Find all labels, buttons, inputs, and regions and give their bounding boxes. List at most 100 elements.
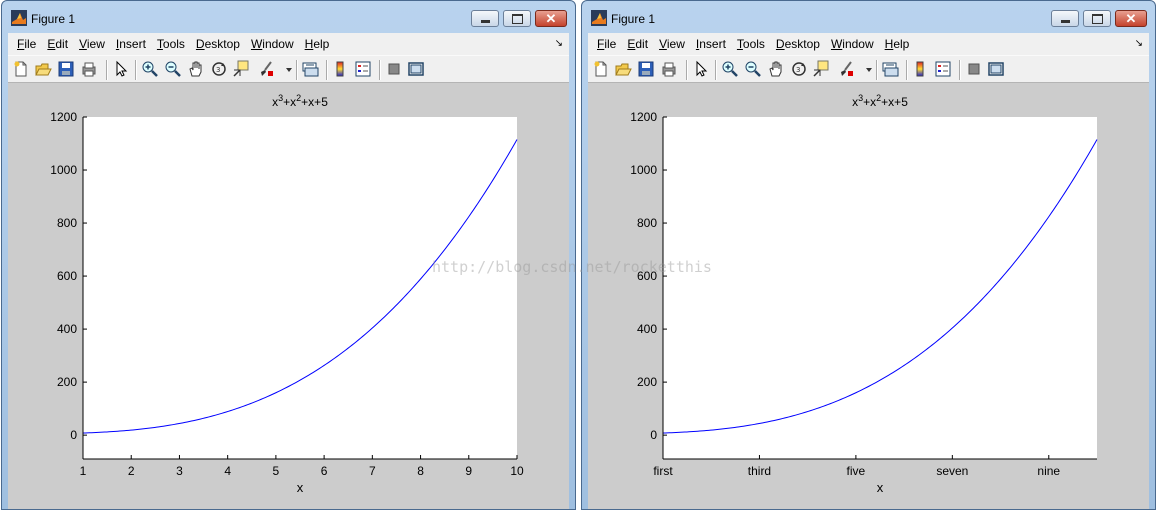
y-tick-label: 200 (637, 375, 657, 389)
open-file-icon[interactable] (34, 60, 52, 78)
zoom-in-icon[interactable] (721, 60, 739, 78)
matlab-logo-icon (591, 10, 607, 26)
x-axis-label: x (297, 480, 304, 495)
x-axis-label: x (877, 480, 884, 495)
pan-hand-icon[interactable] (767, 60, 785, 78)
minimize-button[interactable] (471, 10, 499, 27)
maximize-button[interactable] (1083, 10, 1111, 27)
close-button[interactable]: ✕ (1115, 10, 1147, 27)
brush-icon[interactable] (837, 60, 855, 78)
new-figure-icon[interactable] (592, 60, 610, 78)
menu-help[interactable]: Help (305, 37, 330, 51)
minimize-icon (1060, 19, 1070, 23)
menu-insert[interactable]: Insert (116, 37, 146, 51)
y-tick-label: 0 (650, 428, 657, 442)
menu-bar: File Edit View Insert Tools Desktop Wind… (8, 33, 569, 55)
close-icon: ✕ (1125, 11, 1137, 26)
dock-arrow-icon[interactable]: ↘ (555, 38, 563, 49)
menu-insert[interactable]: Insert (696, 37, 726, 51)
toolbar-separator (906, 60, 908, 80)
matlab-logo-icon (11, 10, 27, 26)
open-file-icon[interactable] (614, 60, 632, 78)
zoom-out-icon[interactable] (744, 60, 762, 78)
y-tick-label: 800 (57, 216, 77, 230)
menu-file[interactable]: File (17, 37, 36, 51)
figure-toolbar: 3 (8, 55, 569, 83)
toolbar-separator (876, 60, 878, 80)
x-tick-label: 3 (176, 464, 183, 478)
save-icon[interactable] (637, 60, 655, 78)
window-title: Figure 1 (31, 12, 76, 26)
y-tick-label: 0 (70, 428, 77, 442)
plot-title: x3+x2+x+5 (852, 93, 908, 109)
print-icon[interactable] (80, 60, 98, 78)
menu-view[interactable]: View (659, 37, 685, 51)
new-figure-icon[interactable] (12, 60, 30, 78)
save-icon[interactable] (57, 60, 75, 78)
svg-text:3: 3 (796, 66, 800, 74)
svg-text:3: 3 (216, 66, 220, 74)
minimize-icon (480, 19, 490, 23)
pointer-icon[interactable] (692, 60, 710, 78)
menu-desktop[interactable]: Desktop (196, 37, 240, 51)
y-tick-label: 600 (637, 269, 657, 283)
hide-plot-tools-icon[interactable] (385, 60, 403, 78)
menu-edit[interactable]: Edit (627, 37, 648, 51)
x-tick-label: 9 (465, 464, 472, 478)
link-plot-icon[interactable] (301, 60, 319, 78)
link-plot-icon[interactable] (881, 60, 899, 78)
show-plot-tools-icon[interactable] (407, 60, 425, 78)
maximize-button[interactable] (503, 10, 531, 27)
menu-file[interactable]: File (597, 37, 616, 51)
title-text-part: +x+5 (881, 95, 908, 109)
menu-help[interactable]: Help (885, 37, 910, 51)
title-bar[interactable]: Figure 1 ✕ (2, 1, 575, 33)
data-cursor-icon[interactable] (812, 60, 830, 78)
legend-icon[interactable] (934, 60, 952, 78)
rotate-3d-icon[interactable]: 3 (790, 60, 808, 78)
show-plot-tools-icon[interactable] (987, 60, 1005, 78)
y-tick-label: 1200 (630, 110, 657, 124)
title-bar[interactable]: Figure 1 ✕ (582, 1, 1155, 33)
plot-title: x3+x2+x+5 (272, 93, 328, 109)
menu-bar: File Edit View Insert Tools Desktop Wind… (588, 33, 1149, 55)
menu-window[interactable]: Window (831, 37, 874, 51)
menu-window[interactable]: Window (251, 37, 294, 51)
x-tick-label: nine (1037, 464, 1060, 478)
x-tick-label: five (847, 464, 866, 478)
axes-background[interactable] (663, 117, 1097, 459)
toolbar-separator (379, 60, 381, 80)
toolbar-separator (135, 60, 137, 80)
pointer-icon[interactable] (112, 60, 130, 78)
menu-tools[interactable]: Tools (157, 37, 185, 51)
window-title: Figure 1 (611, 12, 656, 26)
zoom-out-icon[interactable] (164, 60, 182, 78)
maximize-icon (511, 13, 523, 24)
zoom-in-icon[interactable] (141, 60, 159, 78)
pan-hand-icon[interactable] (187, 60, 205, 78)
y-tick-label: 1200 (50, 110, 77, 124)
menu-desktop[interactable]: Desktop (776, 37, 820, 51)
x-tick-label: third (748, 464, 771, 478)
brush-icon[interactable] (257, 60, 275, 78)
hide-plot-tools-icon[interactable] (965, 60, 983, 78)
rotate-3d-icon[interactable]: 3 (210, 60, 228, 78)
colorbar-icon[interactable] (331, 60, 349, 78)
figure-window-1: Figure 1 ✕ File Edit View Insert Tools D… (1, 0, 576, 510)
menu-view[interactable]: View (79, 37, 105, 51)
plot-area: 0 200 400 600 800 1000 1200 first third five seven… (630, 93, 1098, 495)
menu-edit[interactable]: Edit (47, 37, 68, 51)
minimize-button[interactable] (1051, 10, 1079, 27)
y-tick-label: 800 (637, 216, 657, 230)
y-tick-label: 200 (57, 375, 77, 389)
colorbar-icon[interactable] (911, 60, 929, 78)
data-cursor-icon[interactable] (232, 60, 250, 78)
print-icon[interactable] (660, 60, 678, 78)
toolbar-separator (296, 60, 298, 80)
axes-background[interactable] (83, 117, 517, 459)
menu-tools[interactable]: Tools (737, 37, 765, 51)
legend-icon[interactable] (354, 60, 372, 78)
dock-arrow-icon[interactable]: ↘ (1135, 38, 1143, 49)
close-button[interactable]: ✕ (535, 10, 567, 27)
title-text-part: +x+5 (301, 95, 328, 109)
